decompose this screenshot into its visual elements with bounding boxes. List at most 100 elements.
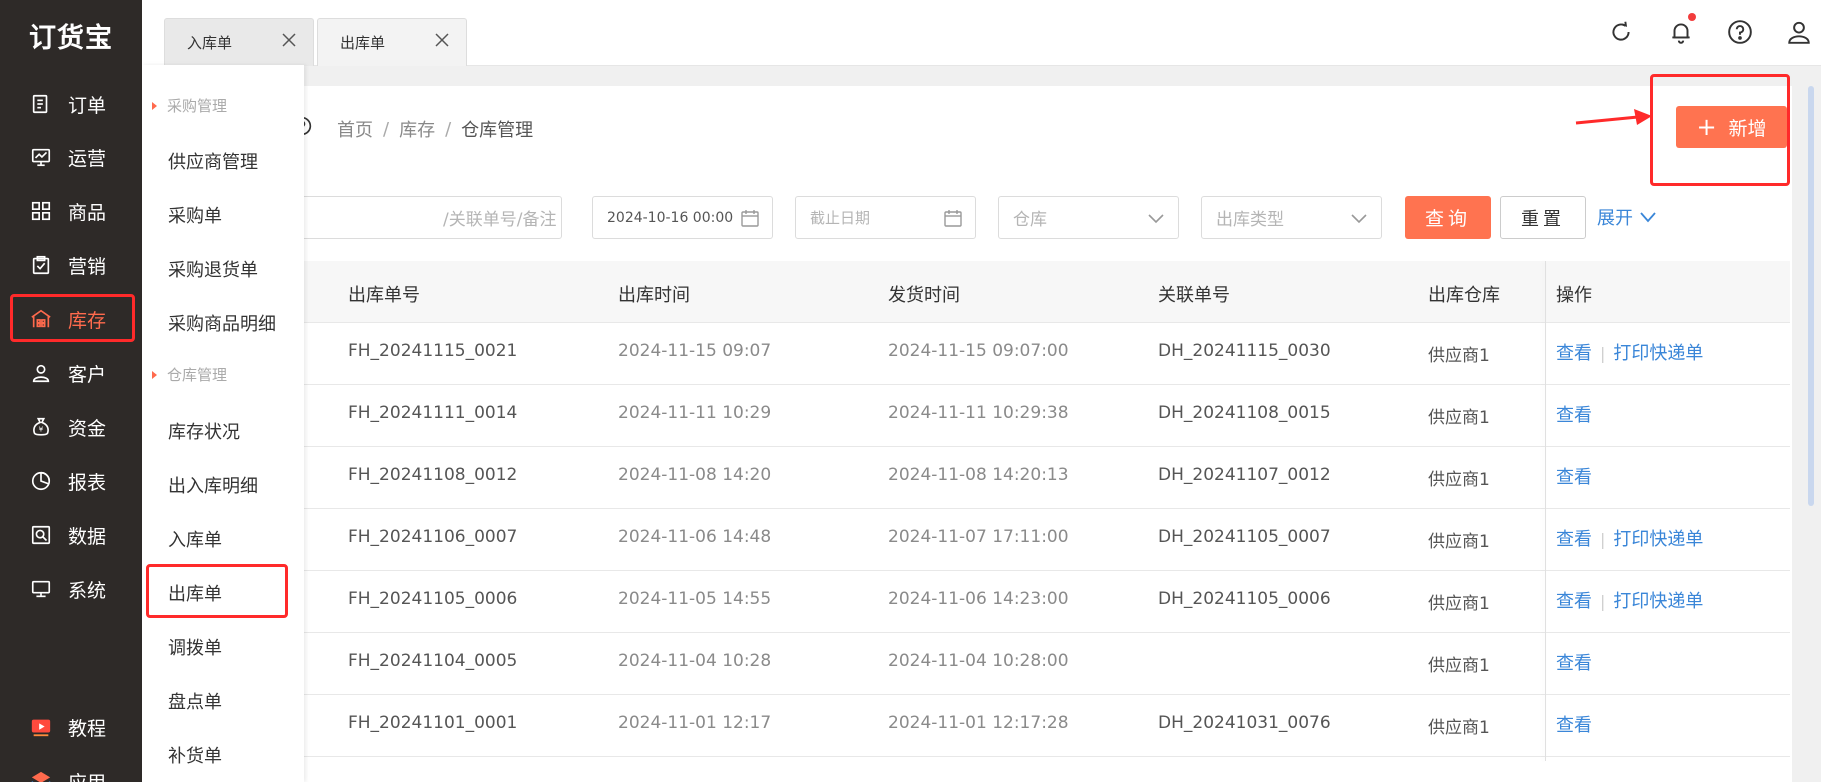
- query-button-label: 查询: [1424, 208, 1471, 230]
- out-no-cell: FH_20241104_0005: [348, 651, 518, 671]
- app-logo: 订货宝: [29, 23, 113, 54]
- end-date-placeholder: 截止日期: [810, 209, 871, 227]
- print-waybill-link[interactable]: 打印快递单: [1613, 529, 1703, 550]
- bell-icon[interactable]: [1668, 19, 1694, 45]
- submenu-group-label: 仓库管理: [167, 366, 228, 384]
- chevron-down-icon: [1351, 214, 1367, 224]
- out-type-placeholder: 出库类型: [1216, 210, 1284, 230]
- end-date-field[interactable]: 截止日期: [795, 196, 976, 239]
- view-link[interactable]: 查看: [1556, 653, 1592, 674]
- sidebar-item-order[interactable]: 订单: [0, 81, 142, 127]
- submenu-item-purchase-detail[interactable]: 采购商品明细: [168, 310, 276, 336]
- warehouse-select[interactable]: 仓库: [998, 196, 1179, 239]
- submenu-item-supplier[interactable]: 供应商管理: [168, 148, 258, 174]
- ref-no-cell: DH_20241115_0030: [1158, 341, 1331, 361]
- print-waybill-link[interactable]: 打印快递单: [1613, 343, 1703, 364]
- sidebar-item-app[interactable]: 应用: [0, 758, 142, 782]
- inventory-submenu: 采购管理 供应商管理 采购单 采购退货单 采购商品明细 仓库管理 库存状况 出入…: [142, 65, 304, 782]
- breadcrumb-inventory[interactable]: 库存: [399, 116, 435, 142]
- table-row: FH_20241115_0021 2024-11-15 09:07 2024-1…: [142, 323, 1790, 385]
- print-waybill-link[interactable]: 打印快递单: [1613, 591, 1703, 612]
- money-icon: ¥: [33, 417, 49, 436]
- start-date-field[interactable]: 2024-10-16 00:00: [592, 196, 773, 239]
- expand-toggle[interactable]: 展开: [1597, 204, 1657, 230]
- actions-cell: 查看: [1556, 401, 1592, 427]
- sidebar-item-label: 商品: [68, 201, 107, 224]
- breadcrumb-separator: /: [383, 118, 390, 140]
- table-row: FH_20241108_0012 2024-11-08 14:20 2024-1…: [142, 447, 1790, 509]
- out-no-cell: FH_20241105_0006: [348, 589, 518, 609]
- vertical-scrollbar[interactable]: [1808, 86, 1814, 506]
- warehouse-cell: 供应商1: [1428, 656, 1490, 676]
- submenu-item-stock-detail[interactable]: 出入库明细: [168, 472, 258, 498]
- sidebar-item-tutorial[interactable]: 教程: [0, 704, 142, 750]
- out-time-cell: 2024-11-04 10:28: [618, 651, 772, 671]
- search-input[interactable]: /关联单号/备注: [292, 196, 562, 239]
- expand-label: 展开: [1597, 208, 1633, 229]
- user-icon[interactable]: [1786, 19, 1812, 45]
- notification-dot: [1688, 13, 1696, 21]
- sidebar-item-label: 报表: [68, 471, 107, 494]
- table-row: FH_20241111_0014 2024-11-11 10:29 2024-1…: [142, 385, 1790, 447]
- sidebar-item-report[interactable]: 报表: [0, 458, 142, 504]
- view-link[interactable]: 查看: [1556, 715, 1592, 736]
- table-row: FH_20241106_0007 2024-11-06 14:48 2024-1…: [142, 509, 1790, 571]
- reset-button[interactable]: 重置: [1500, 196, 1586, 239]
- sidebar-item-label: 系统: [68, 579, 107, 602]
- triangle-icon: [152, 370, 157, 379]
- view-link[interactable]: 查看: [1556, 343, 1592, 364]
- sidebar-item-money[interactable]: ¥ 资金: [0, 404, 142, 450]
- submenu-item-transfer[interactable]: 调拨单: [168, 634, 222, 660]
- tab-stock-in[interactable]: 入库单: [164, 18, 314, 66]
- out-no-cell: FH_20241111_0014: [348, 403, 518, 423]
- close-icon[interactable]: [432, 30, 452, 50]
- sidebar-item-system[interactable]: 系统: [0, 566, 142, 612]
- submenu-group-purchase: 采购管理: [152, 95, 227, 116]
- submenu-item-purchase-order[interactable]: 采购单: [168, 202, 222, 228]
- sidebar-item-data[interactable]: 数据: [0, 512, 142, 558]
- breadcrumb-home[interactable]: 首页: [337, 116, 373, 142]
- out-time-cell: 2024-11-01 12:17: [618, 713, 772, 733]
- out-time-cell: 2024-11-06 14:48: [618, 527, 772, 547]
- submenu-item-replenish[interactable]: 补货单: [168, 742, 222, 768]
- sidebar-item-marketing[interactable]: 营销: [0, 242, 142, 288]
- main-sidebar: 订货宝 订单 运营 商品 营销 库存 客户 ¥ 资金 报表 数据 系统 教程: [0, 0, 142, 782]
- breadcrumb-separator: /: [445, 118, 452, 140]
- out-type-select[interactable]: 出库类型: [1201, 196, 1382, 239]
- sidebar-item-customer[interactable]: 客户: [0, 350, 142, 396]
- help-icon[interactable]: [1727, 19, 1753, 45]
- actions-cell: 查看: [1556, 711, 1592, 737]
- close-icon[interactable]: [279, 30, 299, 50]
- view-link[interactable]: 查看: [1556, 467, 1592, 488]
- table-row: FH_20241105_0006 2024-11-05 14:55 2024-1…: [142, 571, 1790, 633]
- submenu-item-stock-status[interactable]: 库存状况: [168, 418, 240, 444]
- sidebar-item-label: 运营: [68, 147, 107, 170]
- arrow-annotation-icon: [1575, 109, 1652, 125]
- query-button[interactable]: 查询: [1405, 196, 1491, 239]
- warehouse-cell: 供应商1: [1428, 718, 1490, 738]
- order-icon: [32, 94, 48, 114]
- chevron-down-icon: [1640, 212, 1656, 223]
- refresh-icon[interactable]: [1608, 19, 1634, 45]
- out-no-cell: FH_20241101_0001: [348, 713, 518, 733]
- submenu-item-purchase-return[interactable]: 采购退货单: [168, 256, 258, 282]
- actions-cell: 查看: [1556, 649, 1592, 675]
- submenu-item-stock-in[interactable]: 入库单: [168, 526, 222, 552]
- ship-time-cell: 2024-11-06 14:23:00: [888, 589, 1069, 609]
- actions-cell: 查看: [1556, 463, 1592, 489]
- view-link[interactable]: 查看: [1556, 529, 1592, 550]
- ship-time-cell: 2024-11-07 17:11:00: [888, 527, 1069, 547]
- view-link[interactable]: 查看: [1556, 405, 1592, 426]
- out-time-cell: 2024-11-05 14:55: [618, 589, 772, 609]
- actions-cell: 查看 | 打印快递单: [1556, 525, 1703, 551]
- app-icon: [31, 771, 51, 782]
- view-link[interactable]: 查看: [1556, 591, 1592, 612]
- warehouse-cell: 供应商1: [1428, 346, 1490, 366]
- column-header: 发货时间: [888, 285, 960, 306]
- sidebar-item-operation[interactable]: 运营: [0, 134, 142, 180]
- sidebar-item-goods[interactable]: 商品: [0, 188, 142, 234]
- submenu-item-stocktake[interactable]: 盘点单: [168, 688, 222, 714]
- sidebar-item-label: 教程: [68, 717, 107, 740]
- table-row: FH_20241104_0005 2024-11-04 10:28 2024-1…: [142, 633, 1790, 695]
- tab-stock-out[interactable]: 出库单: [317, 18, 467, 66]
